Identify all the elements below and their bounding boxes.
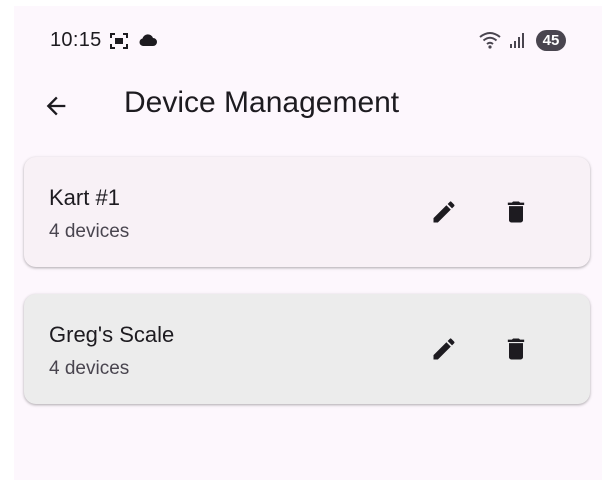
trash-icon [507,338,525,360]
app-bar: Device Management [14,76,602,136]
screen: 10:15 45 Device Management Kart #1 4 dev… [14,6,602,480]
arrow-back-icon [46,96,66,116]
battery-level: 45 [536,30,566,51]
device-card[interactable]: Kart #1 4 devices [24,157,590,267]
pencil-icon [433,338,455,360]
status-bar: 10:15 45 [14,6,602,76]
wifi-icon [479,32,501,49]
edit-button[interactable] [422,327,466,371]
device-name: Greg's Scale [49,322,175,347]
delete-button[interactable] [494,327,538,371]
edit-button[interactable] [422,190,466,234]
trash-icon [507,201,525,223]
screenshot-icon [110,33,128,49]
device-count: 4 devices [49,221,130,242]
back-button[interactable] [34,84,78,128]
pencil-icon [433,201,455,223]
device-card[interactable]: Greg's Scale 4 devices [24,294,590,404]
device-name: Kart #1 [49,185,120,210]
status-time: 10:15 [50,29,102,51]
device-count: 4 devices [49,358,130,379]
cloud-icon [139,34,157,46]
delete-button[interactable] [494,190,538,234]
signal-icon [510,33,524,48]
page-title: Device Management [124,86,400,119]
